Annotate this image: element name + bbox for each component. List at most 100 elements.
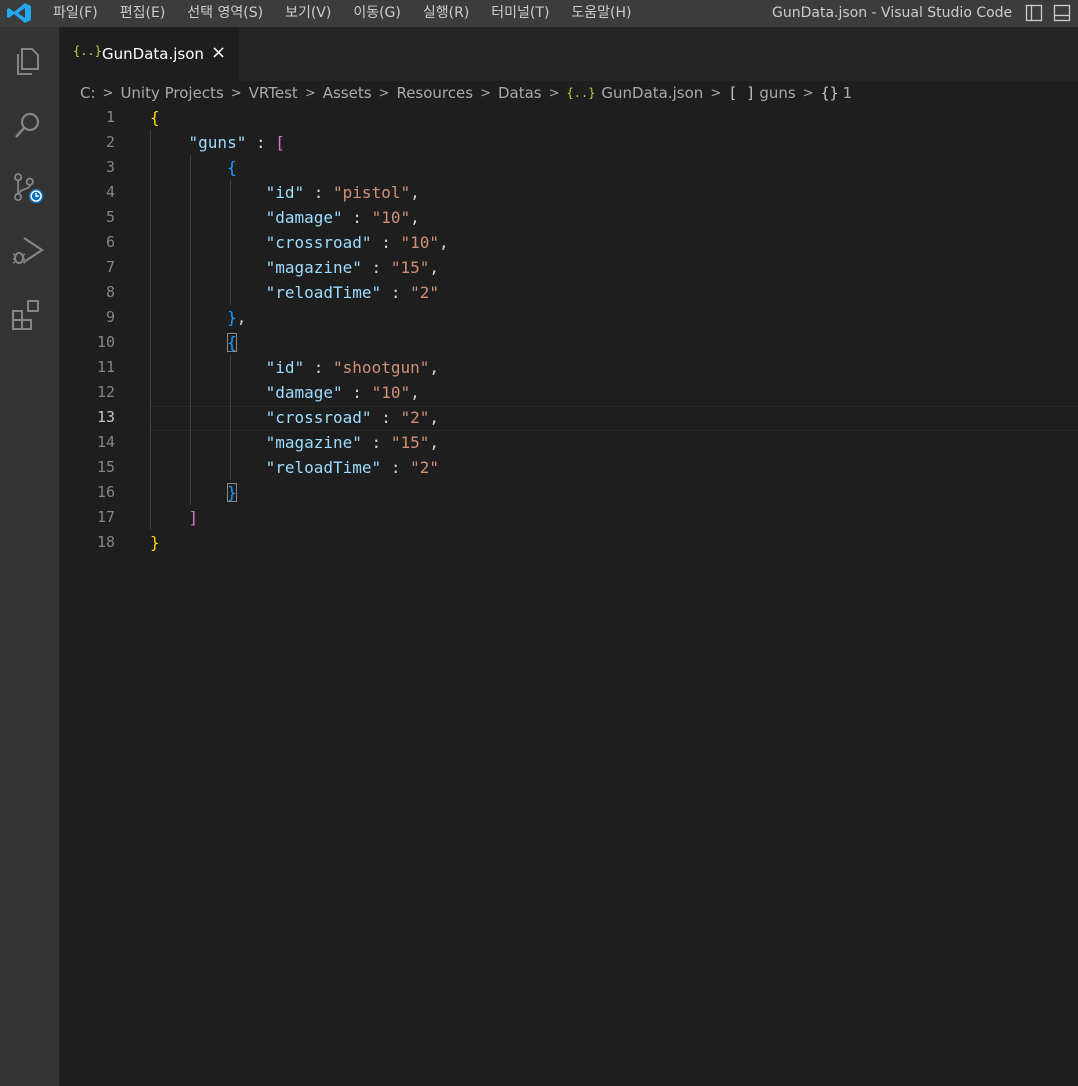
menu-file[interactable]: 파일(F): [53, 0, 98, 27]
menu-selection[interactable]: 선택 영역(S): [187, 0, 263, 27]
code-text: "guns" : [: [188, 133, 285, 152]
menu-go[interactable]: 이동(G): [353, 0, 401, 27]
code-text: {: [227, 158, 237, 177]
code-line: 18 }: [59, 530, 1078, 555]
line-number: 12: [96, 383, 115, 401]
code-line: 14 "magazine" : "15",: [59, 430, 1078, 455]
close-icon[interactable]: ×: [211, 42, 226, 63]
explorer-icon[interactable]: [10, 43, 46, 79]
code-text: "damage" : "10",: [265, 383, 420, 402]
chevron-right-icon: >: [230, 85, 242, 101]
code-editor[interactable]: 1 { 2 "guns" : [ 3 { 4 "id" : "pistol", …: [59, 105, 1078, 1086]
code-line: 5 "damage" : "10",: [59, 205, 1078, 230]
breadcrumb: C: > Unity Projects > VRTest > Assets > …: [80, 81, 852, 105]
code-text: {: [150, 108, 160, 127]
breadcrumb-symbol-guns[interactable]: guns: [759, 84, 795, 102]
vscode-logo-icon[interactable]: [6, 2, 32, 24]
breadcrumb-symbol-item[interactable]: 1: [843, 84, 853, 102]
line-number: 14: [96, 433, 115, 451]
matched-bracket: }: [227, 483, 237, 502]
code-text: "magazine" : "15",: [265, 258, 439, 277]
code-line: 1 {: [59, 105, 1078, 130]
code-text: "damage" : "10",: [265, 208, 420, 227]
json-file-icon: {..}: [566, 86, 596, 100]
menu-bar: 파일(F) 편집(E) 선택 영역(S) 보기(V) 이동(G) 실행(R) 터…: [53, 0, 654, 27]
source-control-icon[interactable]: [10, 170, 46, 206]
matched-bracket: {: [227, 333, 237, 352]
breadcrumb-file[interactable]: GunData.json: [601, 84, 703, 102]
line-number: 5: [105, 208, 115, 226]
line-number: 13: [96, 408, 115, 426]
tab-bar: {..} GunData.json ×: [59, 27, 1078, 81]
line-number: 17: [96, 508, 115, 526]
line-number: 18: [96, 533, 115, 551]
code-text: ]: [188, 508, 199, 527]
title-bar: 파일(F) 편집(E) 선택 영역(S) 보기(V) 이동(G) 실행(R) 터…: [0, 0, 1078, 27]
code-text: "reloadTime" : "2": [265, 458, 439, 477]
code-text: "reloadTime" : "2": [265, 283, 439, 302]
line-number: 1: [105, 108, 115, 126]
line-number: 2: [105, 133, 115, 151]
code-text: },: [227, 308, 247, 327]
code-text: "crossroad" : "2",: [265, 408, 440, 427]
code-line: 17 ]: [59, 505, 1078, 530]
toggle-sidebar-icon[interactable]: [1025, 4, 1043, 22]
code-text: "id" : "shootgun",: [265, 358, 439, 377]
code-line: 3 {: [59, 155, 1078, 180]
line-number: 8: [105, 283, 115, 301]
code-line-active: 13 "crossroad" : "2",: [59, 405, 1078, 430]
line-number: 11: [96, 358, 115, 376]
code-line: 11 "id" : "shootgun",: [59, 355, 1078, 380]
code-line: 7 "magazine" : "15",: [59, 255, 1078, 280]
tab-gundata-json[interactable]: {..} GunData.json ×: [59, 27, 239, 81]
code-line: 15 "reloadTime" : "2": [59, 455, 1078, 480]
line-number: 16: [96, 483, 115, 501]
code-text: "id" : "pistol",: [265, 183, 420, 202]
object-symbol-icon: {}: [820, 84, 839, 102]
window-title: GunData.json - Visual Studio Code: [772, 5, 1013, 21]
menu-help[interactable]: 도움말(H): [571, 0, 631, 27]
line-number: 10: [96, 333, 115, 351]
line-number: 3: [105, 158, 115, 176]
code-text: {: [150, 330, 237, 355]
run-debug-icon[interactable]: [10, 232, 46, 268]
breadcrumb-item[interactable]: Resources: [396, 84, 473, 102]
menu-edit[interactable]: 편집(E): [120, 0, 166, 27]
code-line: 12 "damage" : "10",: [59, 380, 1078, 405]
code-line: 6 "crossroad" : "10",: [59, 230, 1078, 255]
extensions-icon[interactable]: [10, 297, 46, 333]
code-line: 8 "reloadTime" : "2": [59, 280, 1078, 305]
toggle-panel-icon[interactable]: [1053, 4, 1071, 22]
code-text: }: [150, 480, 237, 505]
activity-bar: [0, 27, 59, 1086]
line-number: 15: [96, 458, 115, 476]
chevron-right-icon: >: [480, 85, 491, 101]
chevron-right-icon: >: [548, 85, 560, 101]
search-icon[interactable]: [10, 107, 46, 143]
menu-terminal[interactable]: 터미널(T): [491, 0, 549, 27]
code-text: "crossroad" : "10",: [265, 233, 449, 252]
tab-label: GunData.json: [102, 45, 204, 63]
chevron-right-icon: >: [378, 85, 390, 101]
menu-run[interactable]: 실행(R): [423, 0, 469, 27]
menu-view[interactable]: 보기(V): [285, 0, 331, 27]
chevron-right-icon: >: [102, 85, 114, 101]
breadcrumb-item[interactable]: Unity Projects: [120, 84, 223, 102]
line-number: 6: [105, 233, 115, 251]
json-file-icon: {..}: [73, 44, 102, 58]
code-line: 2 "guns" : [: [59, 130, 1078, 155]
code-line: 10 {: [59, 330, 1078, 355]
breadcrumb-item[interactable]: C:: [80, 84, 96, 102]
breadcrumb-item[interactable]: Datas: [498, 84, 542, 102]
breadcrumb-item[interactable]: VRTest: [249, 84, 298, 102]
chevron-right-icon: >: [802, 85, 814, 101]
code-text: }: [150, 533, 160, 552]
chevron-right-icon: >: [710, 85, 722, 101]
line-number: 7: [105, 258, 115, 276]
array-symbol-icon: [ ]: [728, 84, 756, 102]
line-number: 4: [105, 183, 115, 201]
breadcrumb-item[interactable]: Assets: [323, 84, 372, 102]
line-number: 9: [105, 308, 115, 326]
chevron-right-icon: >: [304, 85, 316, 101]
code-line: 9 },: [59, 305, 1078, 330]
